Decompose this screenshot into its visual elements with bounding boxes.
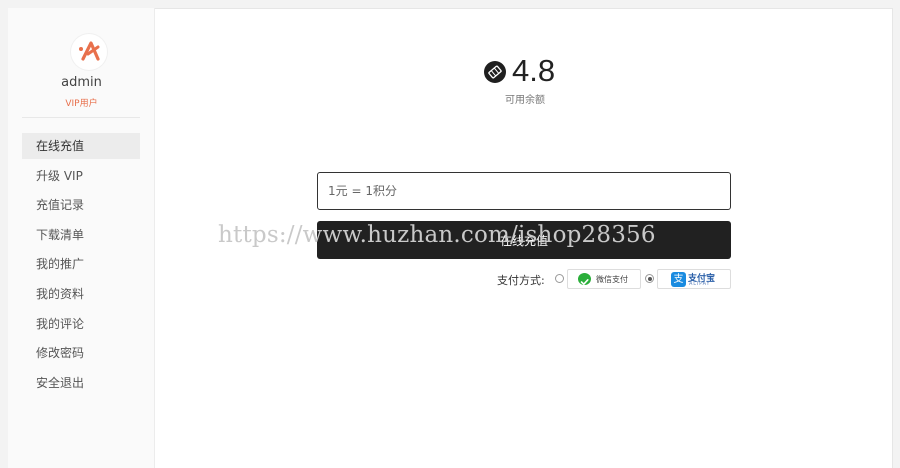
wechat-pay-label: 微信支付 [596, 275, 628, 284]
sidebar-item-label: 下载清单 [36, 227, 85, 242]
sidebar-item-online-recharge[interactable]: 在线充值 [22, 133, 140, 159]
vip-badge: VIP用户 [65, 99, 98, 109]
wechat-icon [578, 273, 591, 285]
wechat-pay-option[interactable]: 微信支付 [567, 269, 641, 289]
wechat-pay-radio[interactable] [555, 274, 564, 283]
sidebar-item-label: 充值记录 [36, 198, 85, 213]
alipay-sublabel: ALIPAY [689, 281, 711, 287]
sidebar-menu: 在线充值 升级 VIP 充值记录 下载清单 我的推广 我的资料 我的评论 修改密… [22, 133, 140, 399]
balance-value: 4.8 [512, 53, 556, 88]
alipay-option[interactable]: 支 支付宝 ALIPAY [657, 269, 731, 289]
sidebar-item-recharge-history[interactable]: 充值记录 [22, 192, 140, 218]
payment-method-label: 支付方式: [497, 274, 545, 287]
sidebar-item-label: 修改密码 [36, 346, 85, 361]
sidebar-item-profile[interactable]: 我的资料 [22, 281, 140, 307]
sidebar-item-upgrade-vip[interactable]: 升级 VIP [22, 163, 140, 189]
recharge-submit-button[interactable]: 在线充值 [317, 221, 731, 259]
sidebar-item-downloads[interactable]: 下载清单 [22, 222, 140, 248]
sidebar-item-referrals[interactable]: 我的推广 [22, 251, 140, 277]
alipay-radio[interactable] [645, 274, 654, 283]
sidebar-item-label: 在线充值 [36, 139, 85, 153]
sidebar-item-logout[interactable]: 安全退出 [22, 370, 140, 396]
sidebar-item-label: 安全退出 [36, 375, 85, 390]
recharge-amount-input[interactable] [317, 172, 731, 210]
sidebar-item-label: 我的资料 [36, 286, 85, 301]
sidebar: admin VIP用户 在线充值 升级 VIP 充值记录 下载清单 我的推广 我… [8, 8, 155, 468]
balance-label: 可用余额 [505, 95, 545, 106]
sidebar-item-change-password[interactable]: 修改密码 [22, 340, 140, 366]
sidebar-item-comments[interactable]: 我的评论 [22, 311, 140, 337]
sidebar-item-label: 我的推广 [36, 257, 85, 272]
sidebar-item-label: 我的评论 [36, 316, 85, 331]
brand-logo-icon [71, 34, 107, 70]
sidebar-divider [22, 117, 140, 118]
username: admin [61, 75, 102, 90]
coin-icon [484, 61, 506, 83]
alipay-icon: 支 [671, 272, 686, 287]
sidebar-item-label: 升级 VIP [36, 168, 83, 183]
